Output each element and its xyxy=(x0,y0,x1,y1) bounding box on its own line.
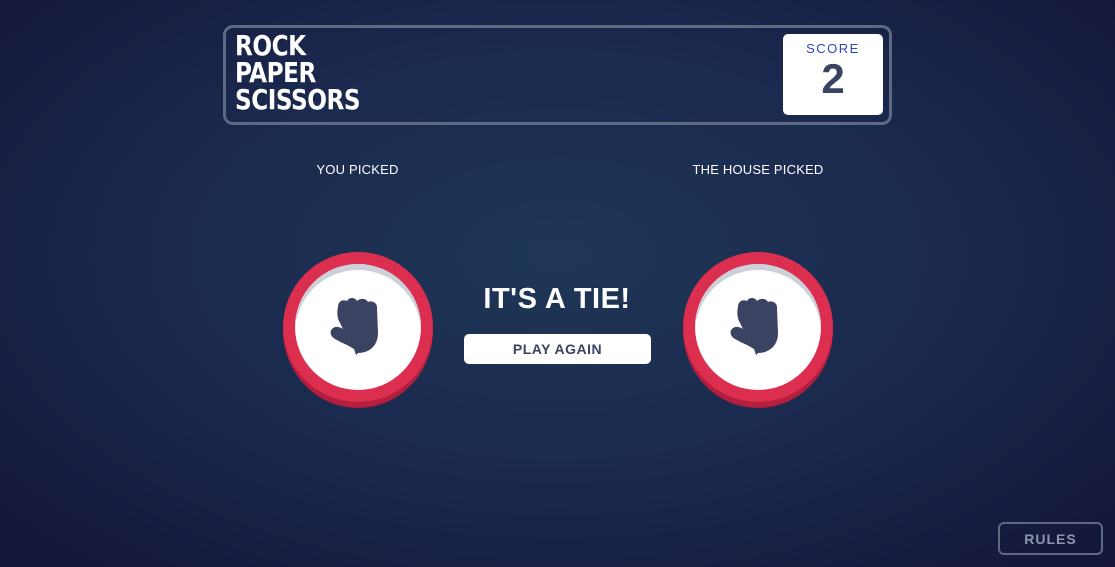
house-rock-token xyxy=(683,252,833,408)
rock-icon xyxy=(326,293,390,362)
title-line-scissors: SCISSORS xyxy=(235,83,361,116)
play-again-button[interactable]: PLAY AGAIN xyxy=(464,334,651,364)
you-picked-label: YOU PICKED xyxy=(316,162,399,177)
house-picked-label: THE HOUSE PICKED xyxy=(692,162,824,177)
player-rock-token xyxy=(283,252,433,408)
game-header: ROCK PAPER SCISSORS SCORE 2 xyxy=(223,25,892,125)
game-title: ROCK PAPER SCISSORS xyxy=(235,29,361,116)
score-label: SCORE xyxy=(806,41,860,56)
title-line-rock: ROCK xyxy=(235,29,306,62)
title-line-paper: PAPER xyxy=(235,56,316,89)
result-text: IT'S A TIE! xyxy=(483,283,631,315)
rock-icon xyxy=(726,293,790,362)
rules-button[interactable]: RULES xyxy=(998,522,1103,555)
score-value: 2 xyxy=(821,55,845,102)
score-box: SCORE 2 xyxy=(783,34,883,115)
